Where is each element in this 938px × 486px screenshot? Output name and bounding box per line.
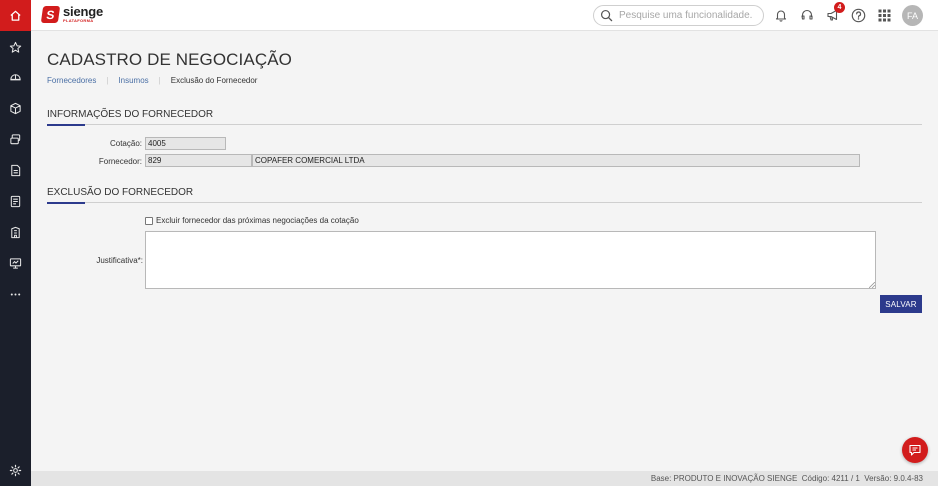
sidebar-item-enterprise[interactable] [0, 221, 31, 243]
sidebar-item-finance[interactable] [0, 128, 31, 150]
apps-button[interactable] [876, 7, 892, 23]
sidebar-item-more[interactable] [0, 283, 31, 305]
document-icon [11, 164, 21, 176]
sidebar-item-settings[interactable] [0, 459, 31, 481]
breadcrumb-current: Exclusão do Fornecedor [170, 76, 258, 85]
headset-icon [801, 9, 813, 20]
gear-icon [9, 464, 22, 476]
top-bar: S sienge PLATAFORMA 4 FA [31, 0, 938, 31]
breadcrumb-separator: | [106, 76, 109, 85]
sidebar-item-home[interactable] [0, 0, 31, 31]
search-icon [600, 9, 613, 22]
report-icon [10, 195, 21, 207]
section-accent [47, 124, 85, 126]
monitor-icon [9, 257, 22, 269]
section-title-supplier-info: INFORMAÇÕES DO FORNECEDOR [47, 109, 214, 120]
help-button[interactable] [850, 7, 866, 23]
star-icon [9, 41, 22, 53]
logo-name: sienge [63, 4, 103, 19]
section-accent [47, 202, 85, 204]
building-icon [11, 226, 20, 238]
sidebar-item-documents[interactable] [0, 159, 31, 181]
footer: Base: PRODUTO E INOVAÇÃO SIENGE Código: … [31, 471, 938, 486]
fornecedor-label: Fornecedor: [98, 157, 142, 166]
section-divider [47, 202, 922, 203]
section-title-exclusion: EXCLUSÃO DO FORNECEDOR [47, 187, 194, 198]
sidebar [0, 0, 31, 486]
avatar[interactable]: FA [902, 5, 923, 26]
sidebar-item-reports[interactable] [0, 190, 31, 212]
resize-grip-icon[interactable] [869, 282, 875, 288]
chat-icon [909, 444, 921, 456]
breadcrumb: Fornecedores | Insumos | Exclusão do For… [47, 76, 257, 85]
section-divider [47, 124, 922, 125]
sidebar-item-engineering[interactable] [0, 66, 31, 88]
search-input[interactable] [619, 10, 759, 21]
fornecedor-name-field: COPAFER COMERCIAL LTDA [252, 154, 860, 167]
home-icon [10, 10, 21, 21]
box-icon [10, 102, 21, 114]
breadcrumb-insumos[interactable]: Insumos [118, 76, 148, 85]
sienge-logo-mark: S [40, 5, 61, 23]
save-button[interactable]: SALVAR [880, 295, 922, 313]
helmet-icon [10, 73, 21, 80]
cotacao-label: Cotação: [109, 139, 142, 148]
sidebar-item-supplies[interactable] [0, 97, 31, 119]
feedback-fab[interactable] [902, 437, 928, 463]
justificativa-label: Justificativa*: [96, 256, 143, 265]
notifications-button[interactable] [773, 7, 789, 23]
support-button[interactable] [799, 7, 815, 23]
breadcrumb-fornecedores[interactable]: Fornecedores [47, 76, 96, 85]
fornecedor-code-field: 829 [145, 154, 252, 167]
logo-subtitle: PLATAFORMA [63, 18, 94, 23]
justificativa-textarea[interactable] [145, 231, 876, 289]
bell-icon [775, 10, 787, 22]
search-box[interactable] [593, 5, 764, 26]
help-icon [851, 8, 865, 22]
grid-icon [878, 9, 890, 21]
sienge-logo[interactable]: S sienge PLATAFORMA [40, 4, 103, 23]
exclude-supplier-label[interactable]: Excluir fornecedor das próximas negociaç… [156, 216, 359, 225]
page-title: CADASTRO DE NEGOCIAÇÃO [47, 50, 292, 69]
sidebar-item-favorites[interactable] [0, 36, 31, 58]
footer-info: Base: PRODUTO E INOVAÇÃO SIENGE Código: … [650, 474, 923, 483]
sidebar-item-presentation[interactable] [0, 252, 31, 274]
cotacao-field: 4005 [145, 137, 226, 150]
stack-icon [10, 133, 21, 144]
exclude-supplier-checkbox[interactable] [145, 217, 153, 225]
breadcrumb-separator: | [158, 76, 161, 85]
more-icon [10, 292, 21, 296]
notification-badge: 4 [834, 2, 845, 13]
